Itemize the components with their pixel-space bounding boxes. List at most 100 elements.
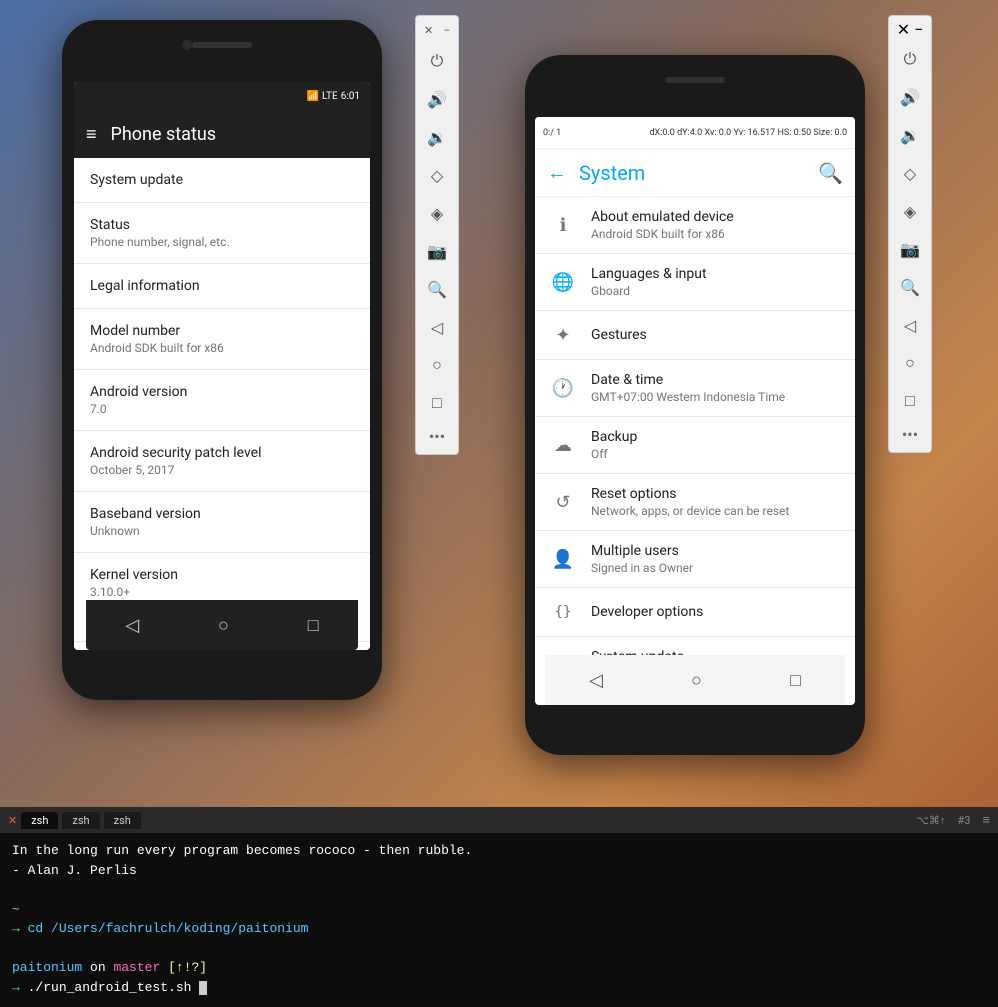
right-search-icon[interactable]: 🔍	[818, 161, 843, 185]
emu-power-icon[interactable]: ⏻	[419, 43, 455, 79]
right-back-icon[interactable]: ←	[547, 160, 567, 185]
list-item-status[interactable]: Status Phone number, signal, etc.	[74, 203, 370, 264]
emu-right-close-icon[interactable]: ✕	[897, 20, 910, 39]
emu-rotate-icon[interactable]: ◇	[419, 157, 455, 193]
list-item-legal[interactable]: Legal information	[74, 264, 370, 309]
emu-right-home-icon[interactable]: ○	[892, 345, 928, 381]
left-toolbar-title: Phone status	[111, 124, 217, 145]
terminal-tab-1[interactable]: zsh	[21, 812, 58, 829]
datetime-sub: GMT+07:00 Western Indonesia Time	[591, 390, 785, 404]
emu-back-icon[interactable]: ◁	[419, 309, 455, 345]
emu-minus-icon[interactable]: −	[444, 24, 450, 37]
right-recents-nav-icon[interactable]: □	[790, 670, 801, 691]
left-phone-content[interactable]: System update Status Phone number, signa…	[74, 158, 370, 650]
right-phone-content[interactable]: ℹ About emulated device Android SDK buil…	[535, 197, 855, 657]
about-text: About emulated device Android SDK built …	[591, 209, 734, 241]
emu-right-more-icon[interactable]: •••	[902, 425, 918, 444]
emu-right-fold-icon[interactable]: ◈	[892, 193, 928, 229]
emu-home-icon[interactable]: ○	[419, 347, 455, 383]
left-phone: 📶 LTE 6:01 ≡ Phone status System update …	[62, 20, 382, 700]
status-icons: 📶 LTE 6:01	[307, 91, 360, 102]
right-item-about[interactable]: ℹ About emulated device Android SDK buil…	[535, 197, 855, 254]
emu-fold-icon[interactable]: ◈	[419, 195, 455, 231]
right-item-reset[interactable]: ↺ Reset options Network, apps, or device…	[535, 474, 855, 531]
emu-recents-icon[interactable]: □	[419, 385, 455, 421]
emu-right-power-icon[interactable]: ⏻	[892, 41, 928, 77]
right-item-language[interactable]: 🌐 Languages & input Gboard	[535, 254, 855, 311]
terminal-hamburger[interactable]: ≡	[982, 812, 990, 828]
emu-toolbar-right: ✕ − ⏻ 🔊 🔉 ◇ ◈ 📷 🔍 ◁ ○ □ •••	[888, 15, 932, 453]
item-title-legal: Legal information	[90, 278, 354, 294]
devopt-text: Developer options	[591, 604, 703, 620]
right-item-gestures[interactable]: ✦ Gestures	[535, 311, 855, 360]
terminal-line-cd: → cd /Users/fachrulch/koding/paitonium	[12, 919, 986, 939]
left-nav-bar: ◁ ○ □	[86, 600, 358, 650]
terminal-line-cmd: → ./run_android_test.sh	[12, 978, 986, 998]
language-sub: Gboard	[591, 284, 707, 298]
terminal-body[interactable]: In the long run every program becomes ro…	[0, 833, 998, 1007]
emu-right-vol-down-icon[interactable]: 🔉	[892, 117, 928, 153]
home-nav-icon[interactable]: ○	[218, 615, 229, 636]
list-item-baseband[interactable]: Baseband version Unknown	[74, 492, 370, 553]
list-item-security-patch[interactable]: Android security patch level October 5, …	[74, 431, 370, 492]
terminal-shortcut-2: #3	[957, 814, 970, 827]
right-phone: 0:/ 1 dX:0.0 dY:4.0 Xv: 0.0 Yv: 16.517 H…	[525, 55, 865, 755]
list-item-android-version[interactable]: Android version 7.0	[74, 370, 370, 431]
right-phone-speaker	[665, 77, 725, 83]
recents-nav-icon[interactable]: □	[308, 615, 319, 636]
right-item-users[interactable]: 👤 Multiple users Signed in as Owner	[535, 531, 855, 588]
gestures-text: Gestures	[591, 327, 647, 343]
backup-sub: Off	[591, 447, 637, 461]
emu-zoom-icon[interactable]: 🔍	[419, 271, 455, 307]
back-nav-icon[interactable]: ◁	[125, 615, 139, 636]
emu-right-minus-icon[interactable]: −	[914, 20, 923, 39]
coord-bar: dX:0.0 dY:4.0 Xv: 0.0 Yv: 16.517 HS: 0.5…	[649, 128, 847, 138]
emu-right-camera-icon[interactable]: 📷	[892, 231, 928, 267]
emu-right-back-icon[interactable]: ◁	[892, 307, 928, 343]
datetime-title: Date & time	[591, 372, 785, 388]
right-item-sysupdate[interactable]: ⬇ System update Updated to Android 9	[535, 637, 855, 657]
hamburger-icon[interactable]: ≡	[86, 124, 97, 145]
item-title-android-version: Android version	[90, 384, 354, 400]
emu-right-zoom-icon[interactable]: 🔍	[892, 269, 928, 305]
list-item-model[interactable]: Model number Android SDK built for x86	[74, 309, 370, 370]
emu-more-icon[interactable]: •••	[429, 427, 445, 446]
terminal-tab-2[interactable]: zsh	[62, 812, 99, 829]
terminal-shortcut: ⌥⌘↑	[916, 814, 945, 827]
backup-icon: ☁	[551, 433, 575, 457]
emu-right-close-row: ✕ −	[897, 20, 924, 39]
emu-right-vol-up-icon[interactable]: 🔊	[892, 79, 928, 115]
language-text: Languages & input Gboard	[591, 266, 707, 298]
terminal-area: ✕ zsh zsh zsh ⌥⌘↑ #3 ≡ In the long run e…	[0, 807, 998, 1007]
datetime-icon: 🕐	[551, 376, 575, 400]
right-back-nav-icon[interactable]: ◁	[589, 670, 603, 691]
status-time: 6:01	[341, 91, 360, 102]
terminal-line-2: - Alan J. Perlis	[12, 861, 986, 881]
terminal-close-icon[interactable]: ✕	[8, 814, 17, 827]
list-item-system-update[interactable]: System update	[74, 158, 370, 203]
reset-title: Reset options	[591, 486, 789, 502]
emu-right-recents-icon[interactable]: □	[892, 383, 928, 419]
reset-sub: Network, apps, or device can be reset	[591, 504, 789, 518]
left-phone-camera	[182, 40, 192, 50]
emu-right-rotate-icon[interactable]: ◇	[892, 155, 928, 191]
item-sub-baseband: Unknown	[90, 524, 354, 538]
item-sub-model: Android SDK built for x86	[90, 341, 354, 355]
terminal-tab-3[interactable]: zsh	[104, 812, 141, 829]
port-info: 0:/ 1	[543, 128, 561, 138]
right-top-bar: 0:/ 1 dX:0.0 dY:4.0 Xv: 0.0 Yv: 16.517 H…	[535, 117, 855, 149]
right-item-devopt[interactable]: {} Developer options	[535, 588, 855, 637]
users-text: Multiple users Signed in as Owner	[591, 543, 693, 575]
right-item-backup[interactable]: ☁ Backup Off	[535, 417, 855, 474]
emu-vol-up-icon[interactable]: 🔊	[419, 81, 455, 117]
terminal-line-blank2	[12, 939, 986, 959]
right-phone-screen: 0:/ 1 dX:0.0 dY:4.0 Xv: 0.0 Yv: 16.517 H…	[535, 117, 855, 705]
emu-camera-icon[interactable]: 📷	[419, 233, 455, 269]
terminal-line-blank	[12, 880, 986, 900]
emu-close-icon[interactable]: ✕	[424, 24, 433, 37]
emu-vol-down-icon[interactable]: 🔉	[419, 119, 455, 155]
status-icon-sim: 📶	[307, 91, 319, 102]
item-title-security-patch: Android security patch level	[90, 445, 354, 461]
right-home-nav-icon[interactable]: ○	[691, 670, 702, 691]
right-item-datetime[interactable]: 🕐 Date & time GMT+07:00 Western Indonesi…	[535, 360, 855, 417]
